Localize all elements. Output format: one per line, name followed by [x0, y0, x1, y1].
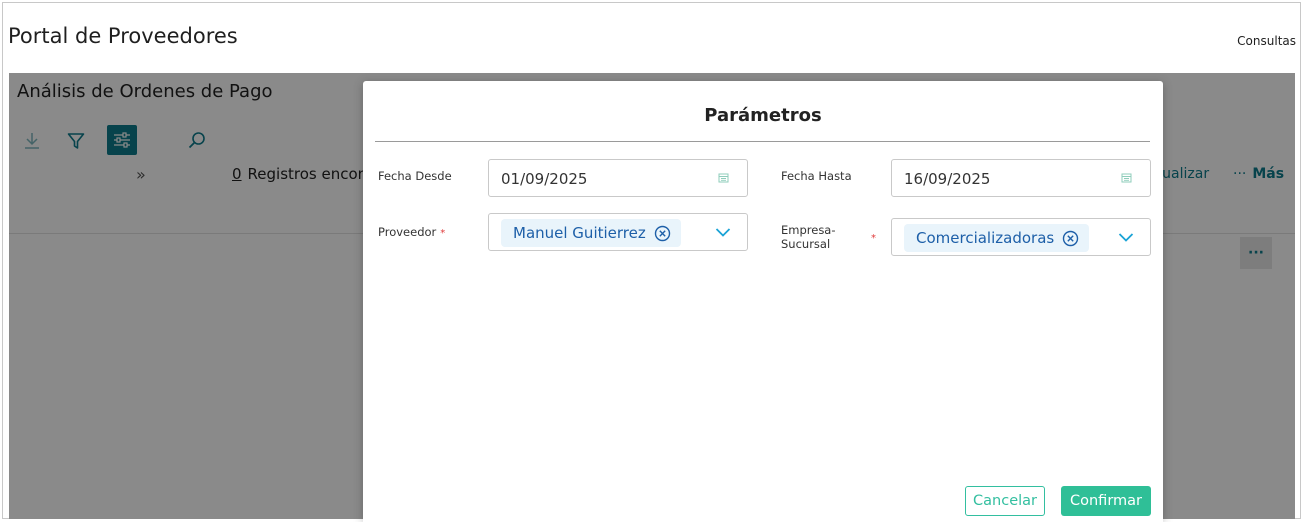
- proveedor-select[interactable]: Manuel Guitierrez: [488, 213, 748, 251]
- proveedor-label: Proveedor *: [378, 225, 445, 241]
- app-title: Portal de Proveedores: [8, 24, 238, 48]
- dialog-title: Parámetros: [704, 105, 822, 126]
- empresa-required: *: [871, 230, 876, 246]
- proveedor-chip: Manuel Guitierrez: [501, 219, 681, 247]
- confirm-button[interactable]: Confirmar: [1061, 486, 1151, 516]
- nav-consultas[interactable]: Consultas: [1237, 34, 1296, 48]
- fecha-desde-label: Fecha Desde: [378, 169, 452, 183]
- fecha-desde-field[interactable]: 01/09/2025: [488, 159, 748, 197]
- remove-chip-icon[interactable]: [1062, 230, 1079, 247]
- fecha-hasta-value: 16/09/2025: [904, 170, 991, 188]
- required-marker: *: [871, 233, 876, 244]
- empresa-chip-label: Comercializadoras: [916, 229, 1055, 247]
- chevron-down-icon[interactable]: [1118, 231, 1134, 243]
- dialog-divider: [375, 141, 1150, 142]
- parameters-dialog: Parámetros Fecha Desde 01/09/2025 Fecha …: [363, 81, 1163, 522]
- fecha-hasta-field[interactable]: 16/09/2025: [891, 159, 1151, 197]
- empresa-sucursal-select[interactable]: Comercializadoras: [891, 218, 1151, 256]
- required-marker: *: [440, 228, 446, 239]
- calendar-icon[interactable]: [1121, 172, 1132, 183]
- proveedor-label-text: Proveedor: [378, 225, 437, 239]
- proveedor-chip-label: Manuel Guitierrez: [513, 224, 646, 242]
- empresa-label-line1: Empresa-: [781, 223, 836, 237]
- empresa-label-line2: Sucursal: [781, 237, 831, 251]
- fecha-hasta-label: Fecha Hasta: [781, 169, 852, 183]
- fecha-desde-value: 01/09/2025: [501, 170, 588, 188]
- empresa-sucursal-label: Empresa- Sucursal: [781, 223, 836, 251]
- empresa-chip: Comercializadoras: [904, 224, 1090, 252]
- remove-chip-icon[interactable]: [654, 225, 671, 242]
- calendar-icon[interactable]: [718, 172, 729, 183]
- cancel-button[interactable]: Cancelar: [965, 486, 1045, 516]
- chevron-down-icon[interactable]: [715, 226, 731, 238]
